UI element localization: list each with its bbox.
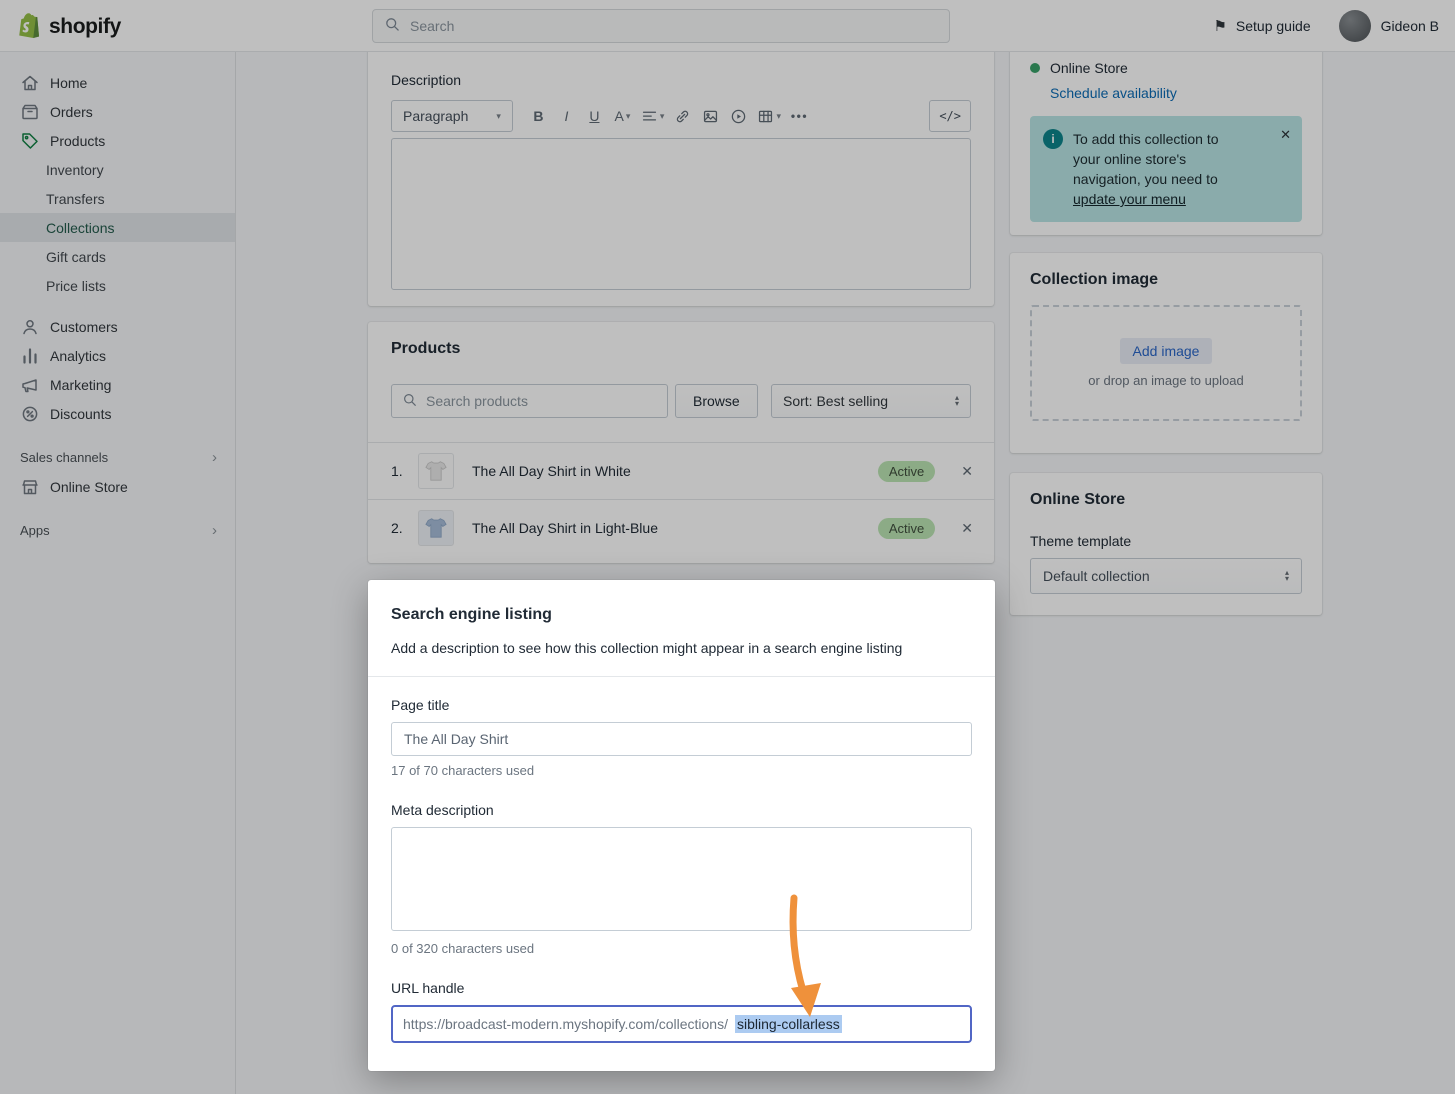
meta-description-label: Meta description — [391, 802, 972, 818]
seo-card-title: Search engine listing — [391, 606, 972, 624]
page-title-char-count: 17 of 70 characters used — [391, 763, 972, 778]
meta-description-textarea[interactable] — [391, 827, 972, 931]
seo-card-body: Page title 17 of 70 characters used Meta… — [368, 677, 995, 1043]
url-handle-input[interactable]: https://broadcast-modern.myshopify.com/c… — [391, 1005, 972, 1043]
meta-description-char-count: 0 of 320 characters used — [391, 941, 972, 956]
url-prefix-text: https://broadcast-modern.myshopify.com/c… — [403, 1016, 728, 1032]
seo-card-header: Search engine listing Add a description … — [368, 580, 995, 676]
page-title-label: Page title — [391, 697, 972, 713]
page-title-input[interactable] — [391, 722, 972, 756]
seo-card-subtitle: Add a description to see how this collec… — [391, 640, 972, 656]
search-engine-listing-card: Search engine listing Add a description … — [368, 580, 995, 1071]
url-handle-label: URL handle — [391, 980, 972, 996]
orange-arrow-annotation — [766, 892, 846, 1032]
